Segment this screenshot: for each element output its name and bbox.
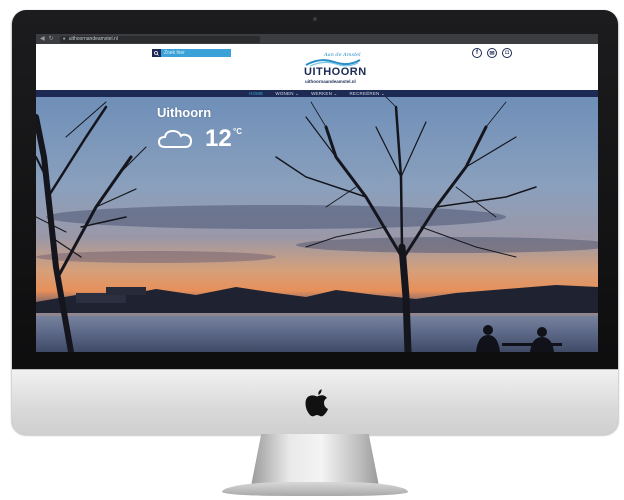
camera-icon[interactable]: ◘ <box>502 48 512 58</box>
nav-wonen[interactable]: WONEN ⌄ <box>275 91 299 97</box>
logo-name: UITHOORN <box>304 66 367 78</box>
apple-logo-icon <box>305 389 328 417</box>
cloud-icon <box>157 129 193 148</box>
main-nav: HOME WONEN ⌄ WERKEN ⌄ RECREËREN ⌄ <box>36 90 598 97</box>
webcam <box>313 17 317 21</box>
search-bar <box>152 49 231 57</box>
weather-temperature: 12 <box>205 125 232 152</box>
site-logo[interactable]: Aan de Amstel UITHOORN uithoornaandeamst… <box>302 52 367 86</box>
address-bar[interactable]: ● uithoornandeamstel.nl <box>59 35 260 43</box>
monitor-stand <box>251 434 379 486</box>
search-icon[interactable] <box>152 49 161 57</box>
hero-photo <box>36 97 598 352</box>
nav-recreeren[interactable]: RECREËREN ⌄ <box>349 91 384 97</box>
search-input[interactable] <box>161 49 231 57</box>
logo-url: uithoornaandeamstel.nl <box>305 79 356 84</box>
weather-widget: Uithoorn 12 °C <box>157 105 242 152</box>
nav-home[interactable]: HOME <box>249 91 263 96</box>
weather-city: Uithoorn <box>157 105 212 120</box>
reload-icon[interactable]: ↻ <box>49 34 54 44</box>
back-icon[interactable]: ◀ <box>40 34 45 44</box>
hero-image: Uithoorn 12 °C <box>36 97 598 352</box>
facebook-icon[interactable]: f <box>472 48 482 58</box>
browser-toolbar: ◀ ↻ ● uithoornandeamstel.nl <box>36 34 598 44</box>
mail-icon[interactable]: ✉ <box>487 48 497 58</box>
url-text: uithoornandeamstel.nl <box>68 36 118 42</box>
monitor-stand-base <box>222 482 408 496</box>
browser-screen: ◀ ↻ ● uithoornandeamstel.nl Aan de Amste… <box>36 34 598 352</box>
weather-unit: °C <box>233 127 242 136</box>
nav-werken[interactable]: WERKEN ⌄ <box>311 91 337 97</box>
site-header: Aan de Amstel UITHOORN uithoornaandeamst… <box>36 44 598 90</box>
